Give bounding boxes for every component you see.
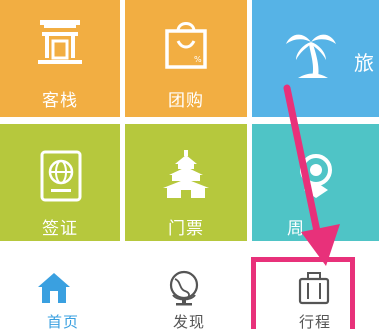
annotation-arrow (283, 84, 340, 266)
